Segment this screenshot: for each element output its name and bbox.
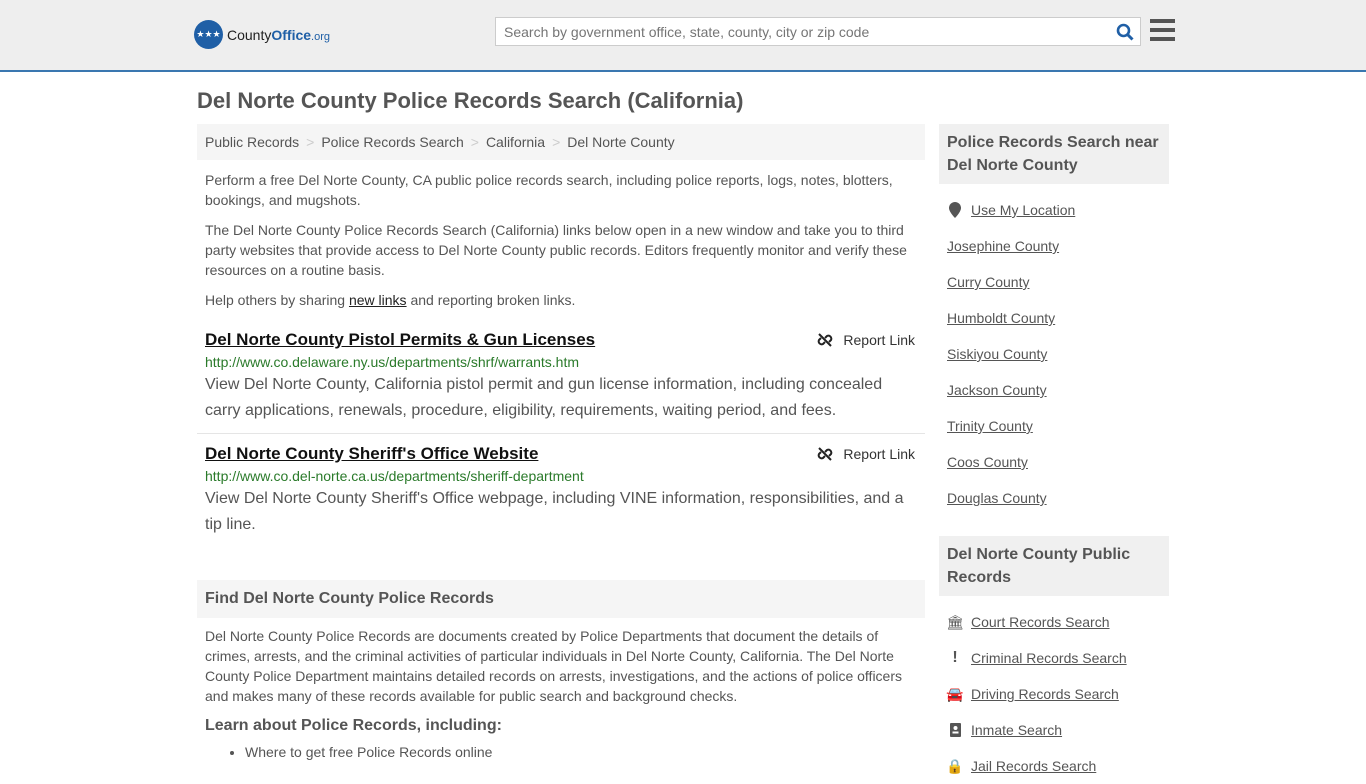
divider [197,433,925,434]
hamburger-menu-icon[interactable] [1150,19,1175,41]
page-title: Del Norte County Police Records Search (… [197,88,744,113]
new-links-link[interactable]: new links [349,292,407,308]
search-icon [1116,23,1134,41]
search-input[interactable] [496,18,1110,45]
breadcrumb-item[interactable]: Del Norte County [567,134,674,150]
entry-url: http://www.co.delaware.ny.us/departments… [205,354,580,370]
resource-entry: Del Norte County Pistol Permits & Gun Li… [197,330,925,424]
nearby-county-link[interactable]: Humboldt County [939,300,1169,336]
site-header: ★★★ CountyOffice.org [0,0,1366,72]
jail-records-link[interactable]: 🔒 Jail Records Search [939,748,1169,784]
main-content: Public Records > Police Records Search > C… [197,124,925,760]
driving-records-link[interactable]: 🚘 Driving Records Search [939,676,1169,712]
nearby-county-link[interactable]: Coos County [939,444,1169,480]
sharing-text: Help others by sharing new links and rep… [205,292,576,308]
entry-url: http://www.co.del-norte.ca.us/department… [205,468,584,484]
map-marker-icon [949,202,961,218]
report-link-button[interactable]: Report Link [817,332,915,348]
learn-heading: Learn about Police Records, including: [205,717,502,734]
nearby-county-link[interactable]: Jackson County [939,372,1169,408]
id-badge-icon [947,723,963,737]
nearby-county-link[interactable]: Trinity County [939,408,1169,444]
breadcrumb-item[interactable]: Police Records Search [321,134,463,150]
sidebar: Police Records Search near Del Norte Cou… [939,124,1169,784]
find-records-heading: Find Del Norte County Police Records [197,580,925,618]
search-button[interactable] [1110,23,1140,41]
inmate-search-link[interactable]: Inmate Search [939,712,1169,748]
learn-list-item: Where to get free Police Records online [245,744,925,760]
site-logo[interactable]: ★★★ CountyOffice.org [194,20,330,49]
nearby-county-link[interactable]: Josephine County [939,228,1169,264]
nearby-county-link[interactable]: Curry County [939,264,1169,300]
broken-link-icon [818,333,833,347]
nearby-county-link[interactable]: Douglas County [939,480,1169,516]
nearby-heading: Police Records Search near Del Norte Cou… [939,124,1169,184]
criminal-records-link[interactable]: ! Criminal Records Search [939,640,1169,676]
entry-title-link[interactable]: Del Norte County Sheriff's Office Websit… [205,444,917,464]
search-bar [495,17,1141,46]
learn-list: Where to get free Police Records online [245,744,925,760]
intro-text: Perform a free Del Norte County, CA publ… [205,172,893,208]
public-records-heading: Del Norte County Public Records [939,536,1169,596]
breadcrumb-item[interactable]: California [486,134,545,150]
exclamation-icon: ! [952,649,958,666]
eagle-logo-icon: ★★★ [194,20,223,49]
breadcrumb: Public Records > Police Records Search > C… [197,124,925,160]
broken-link-icon [818,447,833,461]
nearby-county-link[interactable]: Siskiyou County [939,336,1169,372]
court-records-link[interactable]: 🏛 Court Records Search [939,604,1169,640]
courthouse-icon: 🏛 [946,613,964,630]
lock-icon: 🔒 [946,757,964,774]
find-records-text: Del Norte County Police Records are docu… [205,628,902,704]
breadcrumb-item[interactable]: Public Records [205,134,299,150]
entry-description: View Del Norte County, California pistol… [205,376,883,419]
use-location-link[interactable]: Use My Location [939,192,1169,228]
entry-title-link[interactable]: Del Norte County Pistol Permits & Gun Li… [205,330,917,350]
report-link-button[interactable]: Report Link [817,446,915,462]
resource-entry: Del Norte County Sheriff's Office Websit… [197,444,925,538]
car-icon: 🚘 [946,685,964,702]
intro-text: The Del Norte County Police Records Sear… [205,222,907,278]
entry-description: View Del Norte County Sheriff's Office w… [205,490,904,533]
